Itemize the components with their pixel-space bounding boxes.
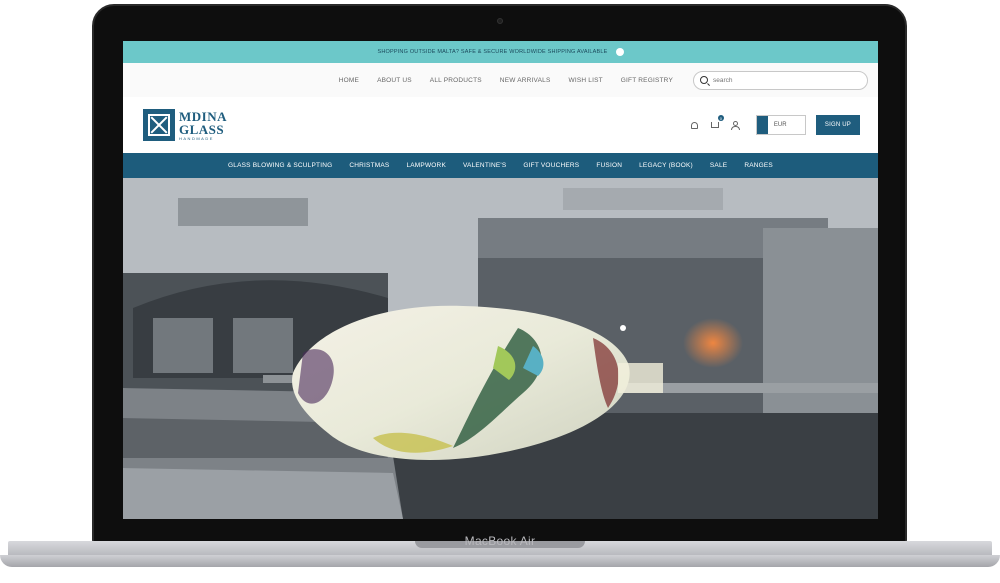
category-sale[interactable]: SALE [710,162,727,169]
user-icon [731,121,741,130]
announcement-text: SHOPPING OUTSIDE MALTA? SAFE & SECURE WO… [377,49,608,55]
category-nav: GLASS BLOWING & SCULPTING CHRISTMAS LAMP… [123,153,878,178]
logo-text: MDINA GLASS HANDMADE [179,110,227,141]
logo[interactable]: MDINA GLASS HANDMADE [143,109,227,141]
hero-photo [123,178,878,519]
currency-label: EUR [773,122,787,128]
cart-count-badge: 0 [717,115,724,121]
announcement-bar: SHOPPING OUTSIDE MALTA? SAFE & SECURE WO… [123,41,878,63]
category-legacy-book[interactable]: LEGACY (BOOK) [639,162,693,169]
site-header: MDINA GLASS HANDMADE 0 EUR SIGN UP [123,97,878,153]
category-lampwork[interactable]: LAMPWORK [406,162,446,169]
category-christmas[interactable]: CHRISTMAS [349,162,389,169]
currency-selector[interactable]: EUR [755,115,806,135]
nav-link-gift-registry[interactable]: GIFT REGISTRY [621,77,673,84]
cart-icon [710,122,719,128]
nav-link-all-products[interactable]: ALL PRODUCTS [430,77,482,84]
device-label: MacBook Air [464,534,536,548]
close-icon[interactable] [615,48,624,56]
search-icon [700,76,708,84]
top-nav: HOME ABOUT US ALL PRODUCTS NEW ARRIVALS … [123,63,878,97]
category-valentines[interactable]: VALENTINE'S [463,162,506,169]
laptop-mockup: SHOPPING OUTSIDE MALTA? SAFE & SECURE WO… [0,0,1000,583]
top-nav-links: HOME ABOUT US ALL PRODUCTS NEW ARRIVALS … [339,77,673,84]
category-ranges[interactable]: RANGES [744,162,773,169]
nav-link-about[interactable]: ABOUT US [377,77,412,84]
cart-button[interactable]: 0 [710,115,724,130]
category-gift-vouchers[interactable]: GIFT VOUCHERS [523,162,579,169]
account-button[interactable] [730,120,741,130]
logo-line2: GLASS [179,121,225,137]
bell-icon [691,121,699,129]
signup-button[interactable]: SIGN UP [815,115,860,135]
nav-link-home[interactable]: HOME [339,77,359,84]
search-input[interactable] [713,76,853,84]
browser-screen: SHOPPING OUTSIDE MALTA? SAFE & SECURE WO… [123,41,878,519]
logo-line1: MDINA [179,108,227,124]
nav-link-new-arrivals[interactable]: NEW ARRIVALS [500,77,551,84]
category-fusion[interactable]: FUSION [596,162,622,169]
currency-flag-icon [756,116,768,134]
logo-mark-icon [143,109,175,141]
logo-tagline: HANDMADE [179,135,214,141]
camera-icon [497,18,503,24]
search-box[interactable] [693,70,868,90]
notifications-button[interactable] [690,120,700,130]
category-glass-blowing[interactable]: GLASS BLOWING & SCULPTING [228,162,332,169]
header-actions: 0 EUR SIGN UP [690,115,860,135]
hero-image [123,178,878,519]
nav-link-wish-list[interactable]: WISH LIST [568,77,602,84]
